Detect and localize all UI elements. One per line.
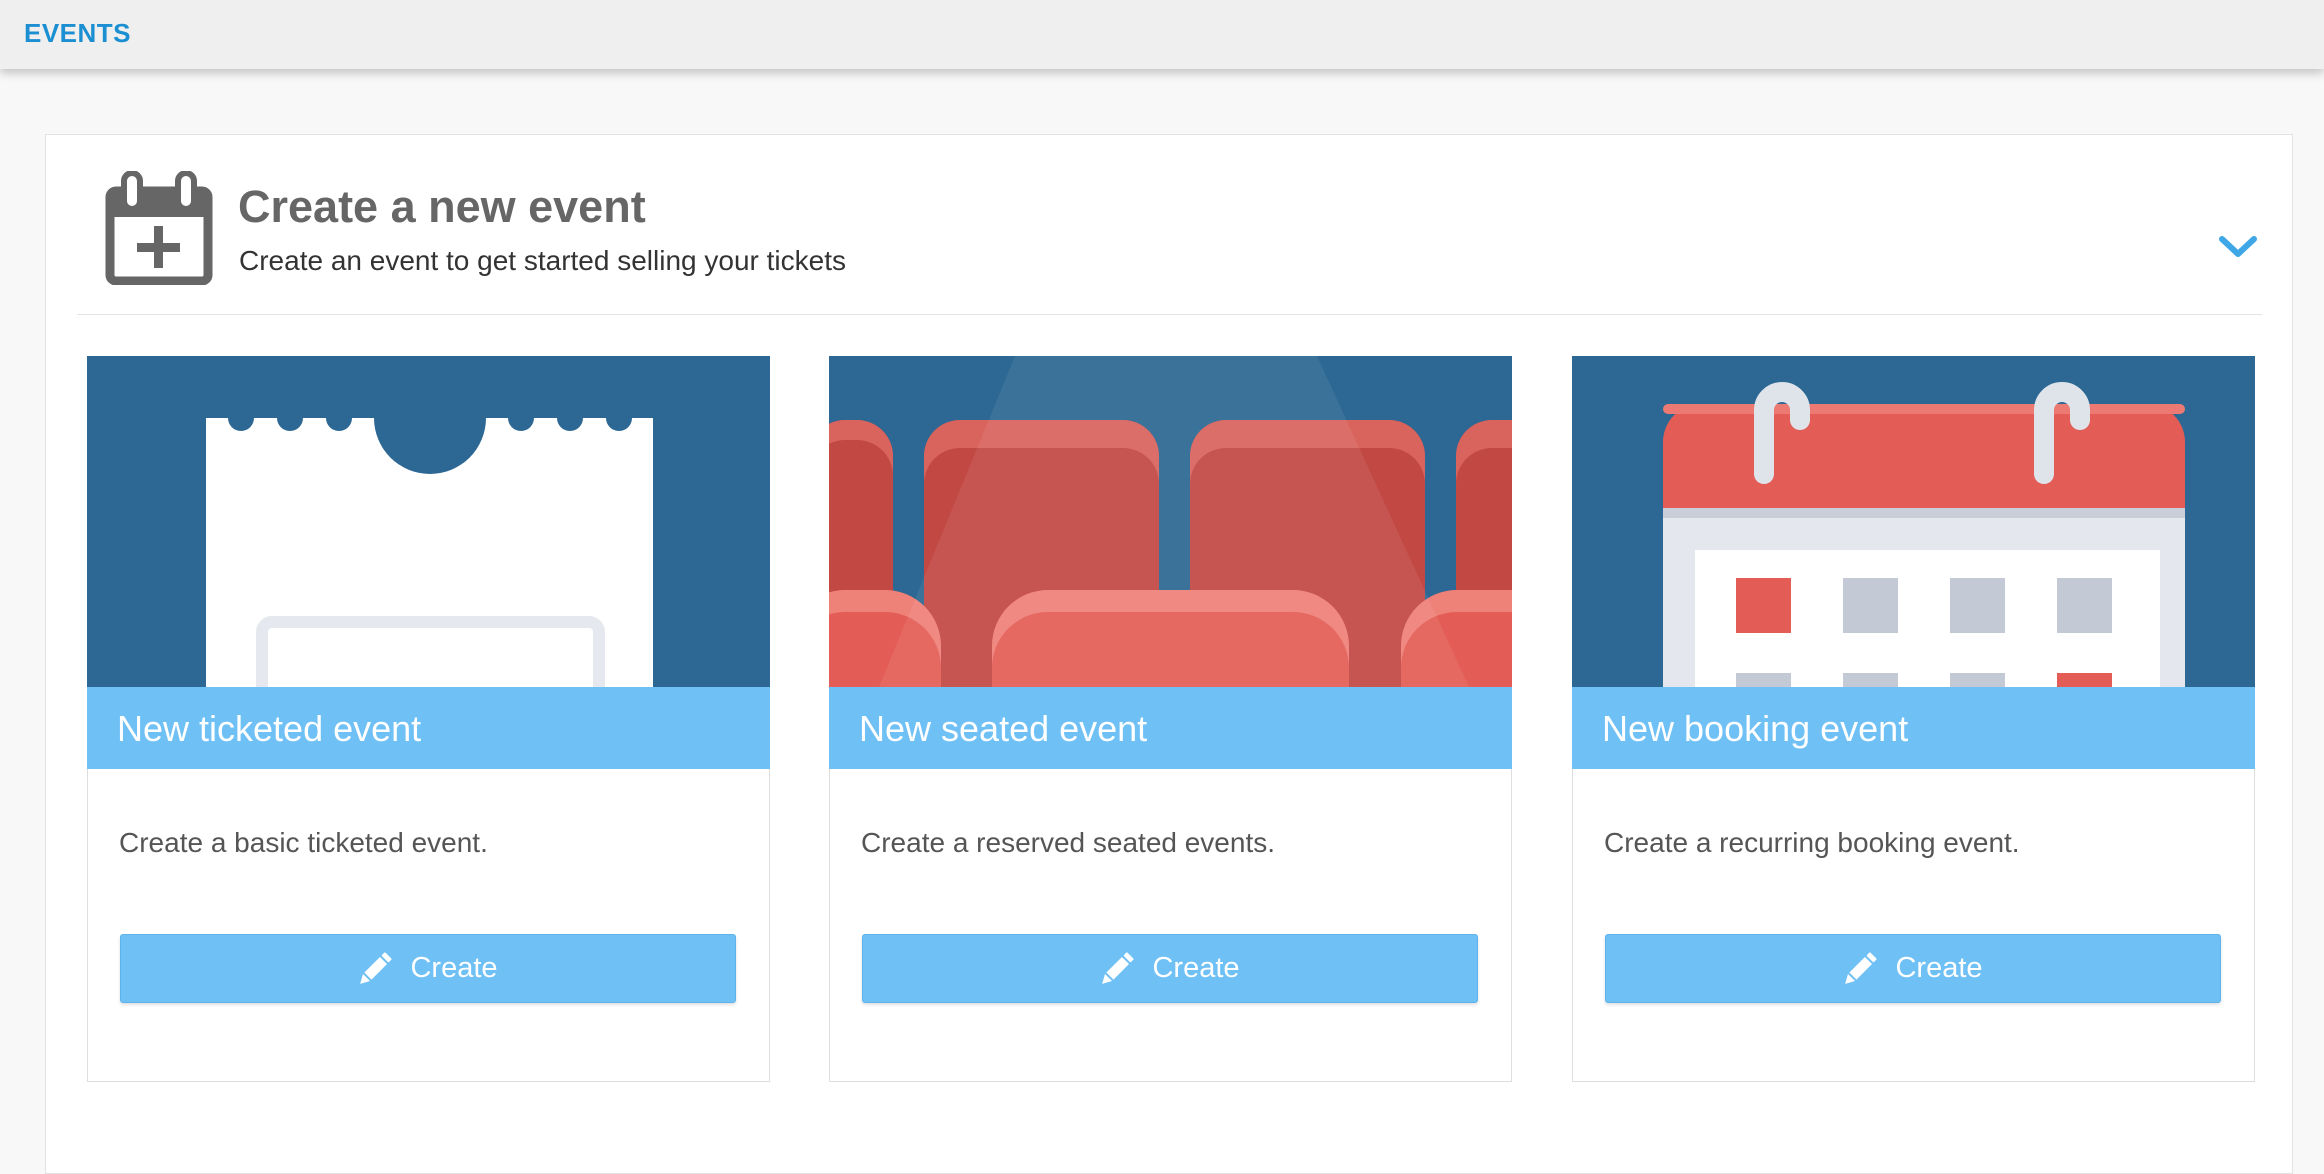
button-label: Create: [1152, 952, 1240, 984]
calendar-illustration: [1572, 356, 2255, 687]
pencil-icon: [1845, 951, 1878, 984]
seated-event-card: New seated event Create a reserved seate…: [829, 356, 1512, 1082]
card-description: Create a recurring booking event.: [1604, 827, 2020, 858]
header-divider: [77, 314, 2262, 315]
app-title[interactable]: EVENTS: [24, 18, 131, 49]
create-ticketed-event-button[interactable]: Create: [120, 934, 736, 1003]
card-title: New booking event: [1602, 708, 1909, 749]
create-event-panel: Create a new event Create an event to ge…: [45, 134, 2293, 1174]
card-title: New ticketed event: [117, 708, 422, 749]
pencil-icon: [360, 951, 393, 984]
panel-subtitle: Create an event to get started selling y…: [239, 245, 846, 276]
theater-seats-illustration: [829, 356, 1512, 687]
card-description: Create a reserved seated events.: [861, 827, 1276, 858]
ticket-illustration: [87, 356, 770, 687]
button-label: Create: [1895, 952, 1983, 984]
top-bar: EVENTS: [0, 0, 2324, 69]
create-seated-event-button[interactable]: Create: [862, 934, 1478, 1003]
card-title-band: New booking event: [1572, 687, 2255, 769]
ticketed-event-card: New ticketed event Create a basic ticket…: [87, 356, 770, 1082]
booking-event-card: New booking event Create a recurring boo…: [1572, 356, 2255, 1082]
pencil-icon: [1102, 951, 1135, 984]
calendar-plus-icon: [105, 171, 213, 285]
card-description: Create a basic ticketed event.: [119, 827, 488, 858]
button-label: Create: [410, 952, 498, 984]
card-title: New seated event: [859, 708, 1148, 749]
chevron-down-icon[interactable]: [2218, 231, 2258, 261]
create-booking-event-button[interactable]: Create: [1605, 934, 2221, 1003]
card-title-band: New ticketed event: [87, 687, 770, 769]
panel-title: Create a new event: [238, 181, 646, 232]
card-title-band: New seated event: [829, 687, 1512, 769]
